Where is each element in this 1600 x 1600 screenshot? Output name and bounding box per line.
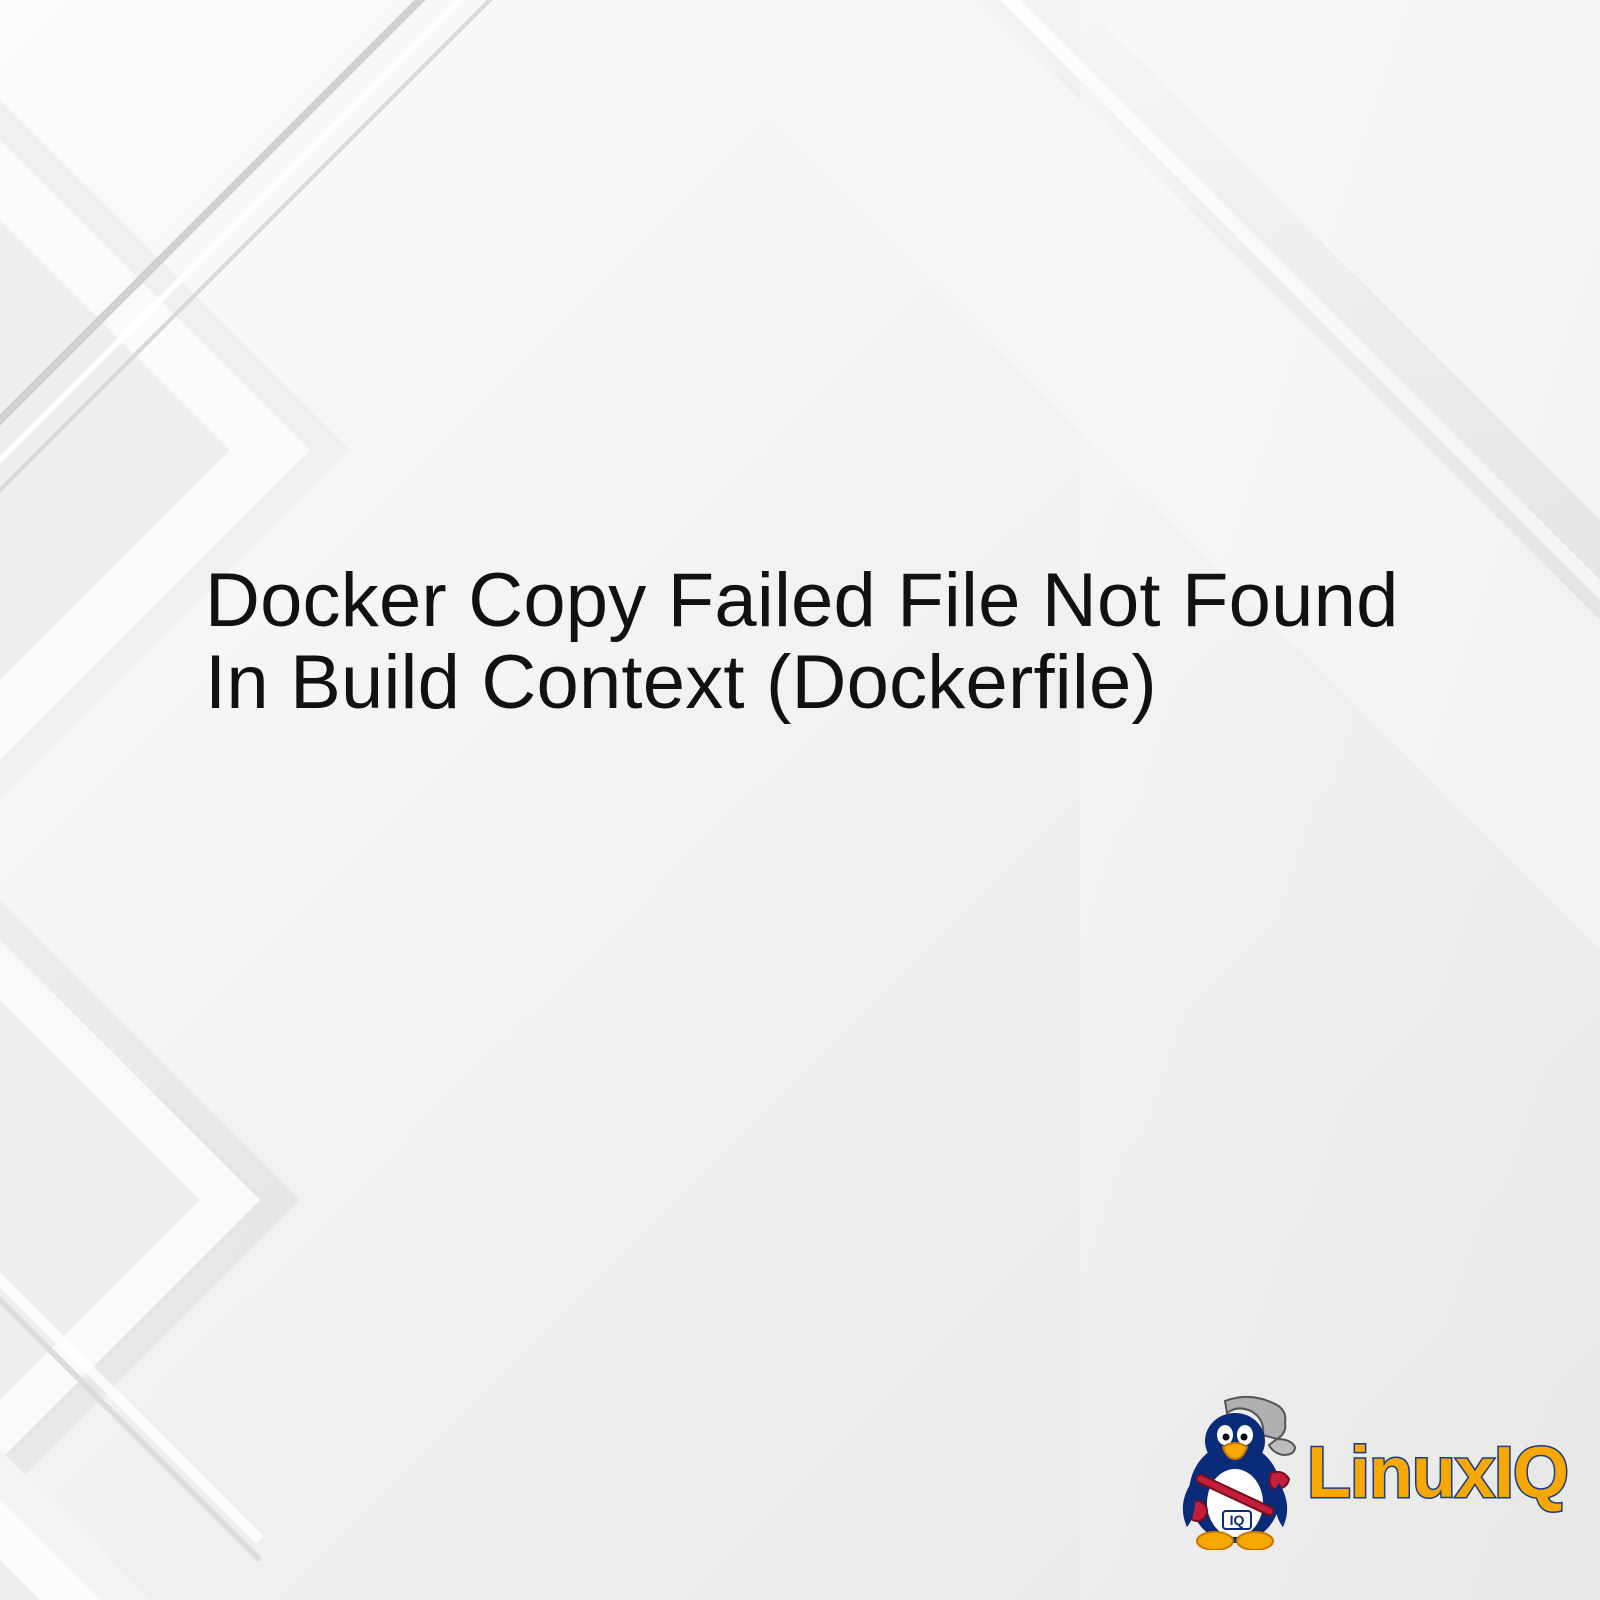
page-title: Docker Copy Failed File Not Found In Bui… [205,560,1405,724]
page-title-container: Docker Copy Failed File Not Found In Bui… [205,560,1405,724]
tux-penguin-icon: IQ [1173,1395,1303,1550]
svg-text:IQ: IQ [1230,1512,1245,1528]
site-logo: IQ LinuxIQ [1173,1395,1568,1550]
logo-text: LinuxIQ [1307,1432,1568,1514]
geometric-background [0,0,1600,1600]
